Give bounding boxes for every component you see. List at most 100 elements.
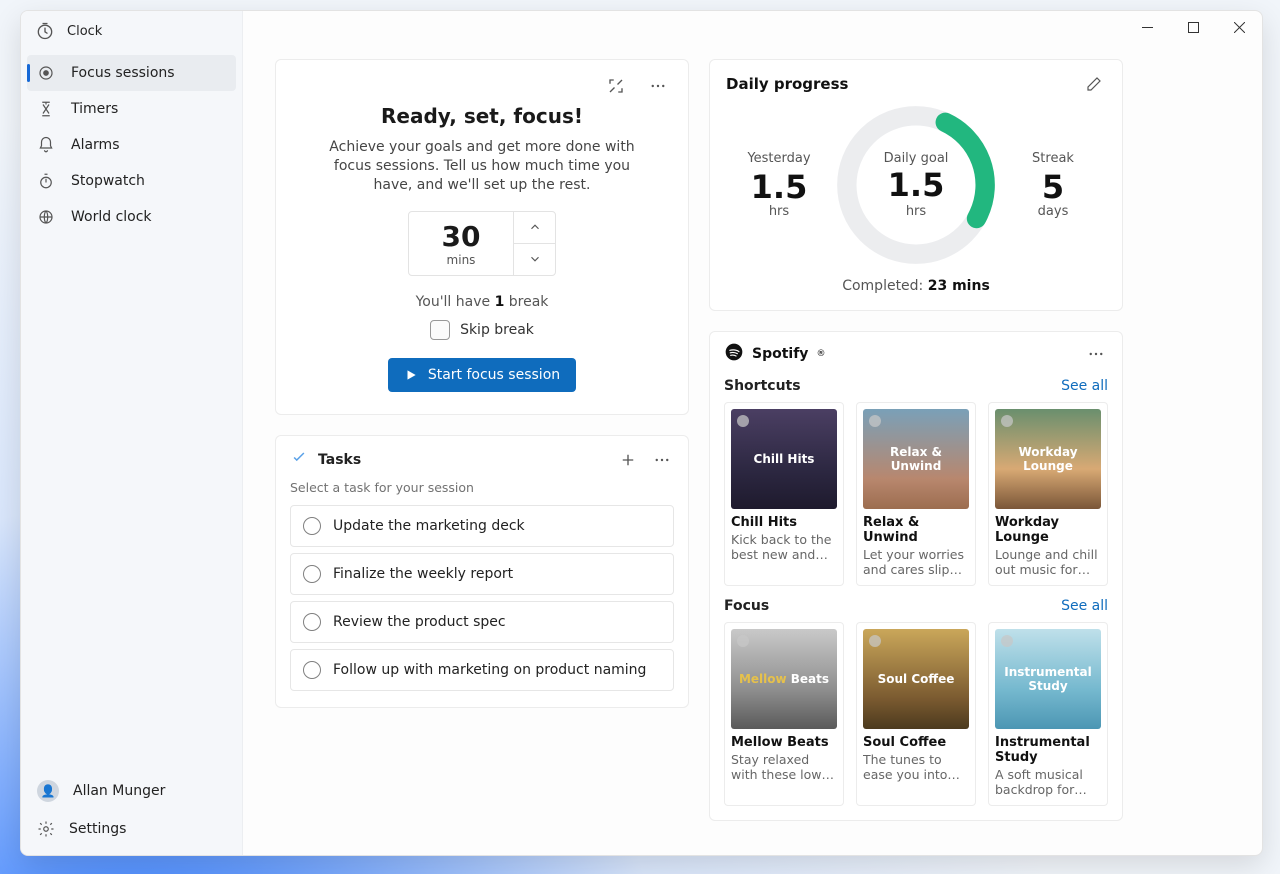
spotify-card: Spotify® Shortcuts See all Chill Hits Ch… <box>709 331 1123 821</box>
playlist-relax-unwind[interactable]: Relax & Unwind Relax & Unwind Let your w… <box>856 402 976 586</box>
tasks-title: Tasks <box>318 452 361 468</box>
duration-display[interactable]: 30 mins <box>409 212 513 275</box>
task-row[interactable]: Follow up with marketing on product nami… <box>290 649 674 691</box>
app-title: Clock <box>67 24 102 39</box>
playlist-mellow-beats[interactable]: Mellow Beats Mellow Beats Stay relaxed w… <box>724 622 844 806</box>
task-label: Finalize the weekly report <box>333 566 513 582</box>
user-account[interactable]: 👤 Allan Munger <box>27 771 236 811</box>
task-radio[interactable] <box>303 613 321 631</box>
task-radio[interactable] <box>303 565 321 583</box>
playlist-name: Chill Hits <box>731 515 837 530</box>
playlist-art: Mellow Beats <box>731 629 837 729</box>
playlist-art: Chill Hits <box>731 409 837 509</box>
spotify-more-button[interactable] <box>1084 342 1108 366</box>
task-row[interactable]: Finalize the weekly report <box>290 553 674 595</box>
more-button[interactable] <box>646 74 670 98</box>
playlist-desc: Lounge and chill out music for your wor… <box>995 547 1101 577</box>
tasks-icon <box>290 449 308 471</box>
progress-title: Daily progress <box>726 75 848 93</box>
duration-decrease-button[interactable] <box>513 243 555 275</box>
task-label: Update the marketing deck <box>333 518 525 534</box>
playlist-name: Soul Coffee <box>863 735 969 750</box>
shortcuts-see-all[interactable]: See all <box>1061 378 1108 394</box>
playlist-desc: Kick back to the best new and rece… <box>731 532 837 562</box>
stopwatch-icon <box>37 172 55 190</box>
add-task-button[interactable] <box>616 448 640 472</box>
duration-stepper: 30 mins <box>408 211 556 276</box>
playlist-name: Instrumental Study <box>995 735 1101 765</box>
skip-break-label: Skip break <box>460 322 534 338</box>
task-radio[interactable] <box>303 661 321 679</box>
playlist-name: Relax & Unwind <box>863 515 969 545</box>
shortcuts-title: Shortcuts <box>724 378 801 394</box>
tasks-more-button[interactable] <box>650 448 674 472</box>
app-icon <box>35 21 55 41</box>
spotify-icon <box>724 342 744 366</box>
edit-goal-button[interactable] <box>1082 72 1106 96</box>
fullscreen-button[interactable] <box>604 74 628 98</box>
playlist-soul-coffee[interactable]: Soul Coffee Soul Coffee The tunes to eas… <box>856 622 976 806</box>
user-name: Allan Munger <box>73 783 165 799</box>
playlist-chill-hits[interactable]: Chill Hits Chill Hits Kick back to the b… <box>724 402 844 586</box>
playlist-desc: A soft musical backdrop for your … <box>995 767 1101 797</box>
nav-item-stopwatch[interactable]: Stopwatch <box>27 163 236 199</box>
focus-title: Ready, set, focus! <box>294 104 670 128</box>
playlist-desc: Let your worries and cares slip away. <box>863 547 969 577</box>
progress-ring: Daily goal 1.5 hrs <box>833 102 999 268</box>
break-info: You'll have 1 break <box>294 294 670 310</box>
skip-break-checkbox[interactable] <box>430 320 450 340</box>
settings-label: Settings <box>69 821 126 837</box>
playlist-instrumental-study[interactable]: Instrumental Study Instrumental Study A … <box>988 622 1108 806</box>
task-radio[interactable] <box>303 517 321 535</box>
progress-card: Daily progress Yesterday 1.5 hrs <box>709 59 1123 311</box>
alarm-icon <box>37 136 55 154</box>
nav-item-timers[interactable]: Timers <box>27 91 236 127</box>
duration-increase-button[interactable] <box>513 212 555 243</box>
focus-card: Ready, set, focus! Achieve your goals an… <box>275 59 689 415</box>
nav-label: Focus sessions <box>71 65 175 81</box>
playlist-art: Workday Lounge <box>995 409 1101 509</box>
sidebar: Clock Focus sessions Timers Alarms Stopw… <box>21 11 243 855</box>
stat-yesterday: Yesterday 1.5 hrs <box>734 151 824 219</box>
task-row[interactable]: Update the marketing deck <box>290 505 674 547</box>
playlist-workday-lounge[interactable]: Workday Lounge Workday Lounge Lounge and… <box>988 402 1108 586</box>
playlist-art: Relax & Unwind <box>863 409 969 509</box>
gear-icon <box>37 820 55 838</box>
completed-text: Completed: 23 mins <box>726 278 1106 294</box>
playlist-desc: The tunes to ease you into your day. <box>863 752 969 782</box>
start-focus-button[interactable]: Start focus session <box>388 358 576 392</box>
nav-item-world-clock[interactable]: World clock <box>27 199 236 235</box>
app-header: Clock <box>21 11 242 53</box>
task-label: Follow up with marketing on product nami… <box>333 662 646 678</box>
tasks-card: Tasks Select a task for your session Upd… <box>275 435 689 708</box>
playlist-art: Instrumental Study <box>995 629 1101 729</box>
avatar: 👤 <box>37 780 59 802</box>
focus-icon <box>37 64 55 82</box>
sidebar-bottom: 👤 Allan Munger Settings <box>21 765 242 855</box>
nav-item-alarms[interactable]: Alarms <box>27 127 236 163</box>
timer-icon <box>37 100 55 118</box>
stat-streak: Streak 5 days <box>1008 151 1098 219</box>
tasks-subtitle: Select a task for your session <box>290 480 674 495</box>
app-window: Clock Focus sessions Timers Alarms Stopw… <box>20 10 1263 856</box>
playlist-name: Mellow Beats <box>731 735 837 750</box>
shortcuts-row: Chill Hits Chill Hits Kick back to the b… <box>724 402 1108 586</box>
start-focus-label: Start focus session <box>428 367 560 383</box>
nav-label: Timers <box>71 101 118 117</box>
nav-label: Stopwatch <box>71 173 145 189</box>
spotify-brand: Spotify <box>752 346 808 362</box>
focus-see-all[interactable]: See all <box>1061 598 1108 614</box>
playlist-desc: Stay relaxed with these low-key beat… <box>731 752 837 782</box>
nav-item-focus-sessions[interactable]: Focus sessions <box>27 55 236 91</box>
nav-label: Alarms <box>71 137 120 153</box>
focus-playlists-row: Mellow Beats Mellow Beats Stay relaxed w… <box>724 622 1108 806</box>
nav: Focus sessions Timers Alarms Stopwatch W… <box>21 53 242 237</box>
duration-unit: mins <box>409 253 513 267</box>
globe-icon <box>37 208 55 226</box>
focus-subtitle: Achieve your goals and get more done wit… <box>328 138 636 195</box>
task-row[interactable]: Review the product spec <box>290 601 674 643</box>
playlist-art: Soul Coffee <box>863 629 969 729</box>
duration-value: 30 <box>409 220 513 253</box>
settings-button[interactable]: Settings <box>27 811 236 847</box>
focus-playlists-title: Focus <box>724 598 769 614</box>
